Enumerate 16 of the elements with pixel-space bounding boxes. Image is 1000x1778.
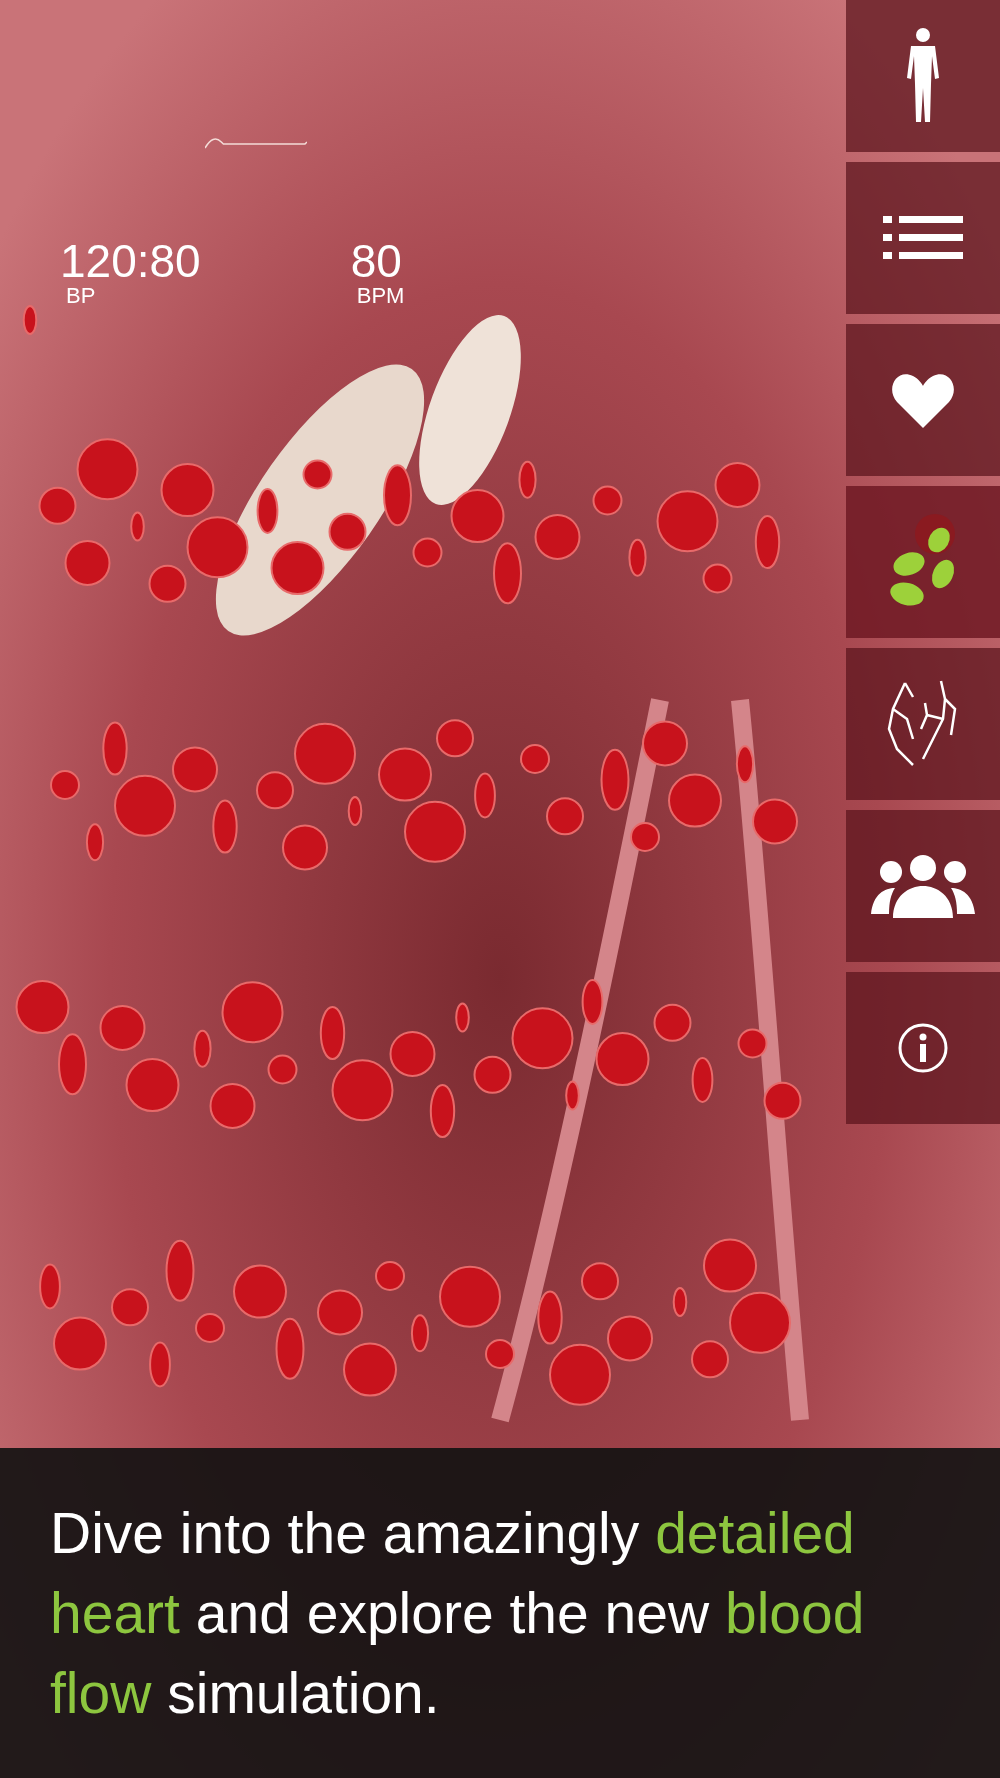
vital-unit: BP bbox=[65, 284, 97, 309]
sidebar-button[interactable] bbox=[846, 810, 1000, 962]
list-icon bbox=[883, 214, 963, 262]
sidebar-button[interactable] bbox=[846, 162, 1000, 314]
sidebar-button[interactable] bbox=[846, 972, 1000, 1124]
vital-unit: BPM bbox=[355, 284, 405, 309]
vital-value: 120:80 bbox=[60, 238, 201, 284]
group-icon bbox=[871, 854, 975, 918]
sidebar-button[interactable] bbox=[846, 324, 1000, 476]
vital-value: 80 bbox=[350, 238, 403, 284]
info-icon bbox=[897, 1022, 949, 1074]
sidebar-button[interactable] bbox=[846, 0, 1000, 152]
sidebar-button[interactable] bbox=[846, 486, 1000, 638]
sidebar-button[interactable] bbox=[846, 648, 1000, 800]
caption-text: Dive into the amazingly detailed heart and explore the new blood flow simulation. bbox=[49, 1500, 866, 1727]
heart-icon bbox=[891, 372, 955, 428]
